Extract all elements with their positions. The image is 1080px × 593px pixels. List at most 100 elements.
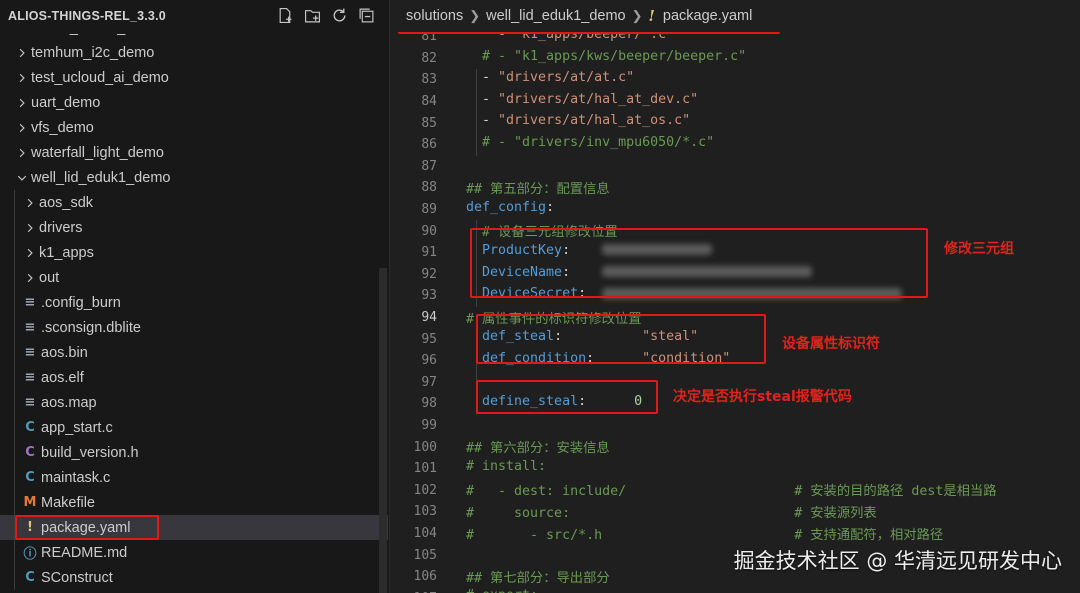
folder-item[interactable]: test_ucloud_ai_demo: [0, 65, 388, 90]
folder-item[interactable]: aos_sdk: [0, 190, 388, 215]
workspace-title[interactable]: ALIOS-THINGS-REL_3.3.0: [8, 9, 166, 23]
code-line[interactable]: 92 DeviceName:: [390, 263, 1080, 286]
tree-item-label: build_version.h: [41, 444, 139, 461]
breadcrumb-solutions[interactable]: solutions: [406, 8, 463, 24]
code-line[interactable]: 84 - "drivers/at/hal_at_dev.c": [390, 90, 1080, 113]
code-view[interactable]: 81 - "k1_apps/beeper/*.c" 82 # - "k1_apps…: [390, 26, 1080, 593]
breadcrumb-file[interactable]: package.yaml: [663, 8, 752, 24]
code-token: :: [586, 350, 643, 366]
code-line[interactable]: 101 # install:: [390, 458, 1080, 480]
code-line[interactable]: 86 # - "drivers/inv_mpu6050/*.c": [390, 133, 1080, 156]
folder-item[interactable]: temhum_i2c_demo: [0, 40, 388, 65]
folder-item[interactable]: k1_apps: [0, 240, 388, 265]
chevron-right-icon: [14, 145, 30, 161]
line-number: 90: [421, 223, 437, 239]
code-token: :: [562, 264, 603, 280]
tree-item-label: maintask.c: [41, 469, 111, 486]
new-file-icon[interactable]: [276, 6, 295, 25]
code-token: ## 第五部分：配置信息: [466, 182, 610, 198]
line-number: 100: [413, 439, 437, 455]
yaml-file-icon: !: [648, 7, 655, 25]
code-token: "drivers/at/hal_at_os.c": [498, 113, 691, 129]
code-line[interactable]: 83 - "drivers/at/at.c": [390, 69, 1080, 91]
folder-item[interactable]: vfs_demo: [0, 115, 388, 140]
folder-item[interactable]: out: [0, 265, 388, 290]
line-number: 102: [413, 482, 437, 498]
line-number: 92: [421, 266, 437, 282]
breadcrumb-project[interactable]: well_lid_eduk1_demo: [486, 8, 625, 24]
code-token: # 属性事件的标识符修改位置: [466, 311, 642, 327]
code-token: # - "drivers/inv_mpu6050/*.c": [466, 134, 715, 150]
code-text: # - dest: include/ # 安装的目的路径 dest是相当路: [466, 480, 997, 499]
code-line[interactable]: 85 - "drivers/at/hal_at_os.c": [390, 112, 1080, 134]
tree-item-label: vfs_demo: [31, 119, 94, 136]
tree-item-label: Makefile: [41, 494, 95, 511]
indent-guide: [476, 371, 477, 394]
file-item[interactable]: ≡ .sconsign.dblite: [0, 315, 388, 340]
file-type-icon: ≡: [24, 320, 36, 335]
tree-item-label: drivers: [39, 219, 83, 236]
file-item[interactable]: ! package.yaml: [0, 515, 388, 540]
explorer-scrollbar[interactable]: [379, 268, 387, 593]
code-line[interactable]: 88 ## 第五部分：配置信息: [390, 177, 1080, 199]
chevron-right-icon: [22, 270, 38, 286]
file-item[interactable]: C SConstruct: [0, 565, 388, 590]
code-line[interactable]: 102 # - dest: include/ # 安装的目的路径 dest是相当路: [390, 479, 1080, 501]
tree-item-label: package.yaml: [41, 519, 131, 536]
tree-item-label: aos.bin: [41, 344, 88, 361]
code-text: def_condition: "condition": [466, 351, 730, 366]
code-token: ProductKey: [466, 242, 563, 258]
line-number: 99: [421, 417, 437, 433]
code-token: "condition": [642, 350, 731, 366]
chevron-right-icon: ❯: [631, 8, 643, 23]
code-line[interactable]: 94 # 属性事件的标识符修改位置: [390, 307, 1080, 329]
tree-item-label: SConstruct: [41, 569, 113, 586]
line-number: 101: [413, 461, 437, 477]
file-item[interactable]: Cbuild_version.h: [0, 440, 388, 465]
code-line[interactable]: 95 def_steal: "steal": [390, 328, 1080, 350]
collapse-all-icon[interactable]: [357, 6, 376, 25]
chevron-right-icon: [14, 45, 30, 61]
code-token: DeviceName: [466, 264, 563, 280]
line-number: 82: [421, 50, 437, 66]
file-item[interactable]: ≡ aos.elf: [0, 365, 388, 390]
tree-item-label: .sconsign.dblite: [41, 319, 141, 336]
tree-item-label: aos_sdk: [39, 194, 94, 211]
code-line[interactable]: 99: [390, 415, 1080, 437]
folder-item[interactable]: waterfall_light_demo: [0, 140, 388, 165]
file-item[interactable]: ≡ aos.bin: [0, 340, 388, 365]
code-line[interactable]: 104 # - src/*.h # 支持通配符，相对路径: [390, 523, 1080, 545]
code-text: DeviceSecret:: [466, 286, 903, 301]
code-text: # - src/*.h # 支持通配符，相对路径: [466, 524, 943, 543]
file-item[interactable]: ≡ aos.map: [0, 390, 388, 415]
tree-item-label: k1_apps: [39, 244, 94, 261]
code-text: - "drivers/at/at.c": [466, 70, 634, 85]
file-item[interactable]: Cmaintask.c: [0, 465, 388, 490]
code-token: # - src/*.h # 支持通配符，相对路径: [466, 527, 944, 543]
code-line[interactable]: 100 ## 第六部分：安装信息: [390, 436, 1080, 458]
file-item[interactable]: ≡ .config_burn: [0, 290, 388, 315]
code-line[interactable]: 96 def_condition: "condition": [390, 349, 1080, 372]
file-item[interactable]: ⓘ README.md: [0, 540, 388, 565]
code-text: # 设备三元组修改位置: [466, 221, 618, 240]
code-line[interactable]: 87: [390, 156, 1080, 178]
code-line[interactable]: 107# export:: [390, 587, 1080, 593]
new-folder-icon[interactable]: [303, 6, 322, 25]
code-line[interactable]: 89 def_config:: [390, 199, 1080, 221]
line-number: 104: [413, 525, 437, 541]
code-line[interactable]: 103 # source: # 安装源列表: [390, 501, 1080, 523]
code-token: define_steal: [466, 394, 579, 410]
code-line[interactable]: 93 DeviceSecret:: [390, 285, 1080, 307]
code-text: ## 第六部分：安装信息: [466, 437, 610, 456]
refresh-icon[interactable]: [330, 6, 349, 25]
code-text: # install:: [466, 459, 546, 474]
folder-item[interactable]: uart_demo: [0, 90, 388, 115]
tree-item-label: out: [39, 269, 60, 286]
file-item[interactable]: M Makefile: [0, 490, 388, 515]
folder-item[interactable]: well_lid_eduk1_demo: [0, 165, 388, 190]
tree-item-label: app_start.c: [41, 419, 113, 436]
folder-item[interactable]: drivers: [0, 215, 388, 240]
code-line[interactable]: 82 # - "k1_apps/kws/beeper/beeper.c": [390, 48, 1080, 70]
file-item[interactable]: Capp_start.c: [0, 415, 388, 440]
tree-item-label: aos.map: [41, 394, 97, 411]
